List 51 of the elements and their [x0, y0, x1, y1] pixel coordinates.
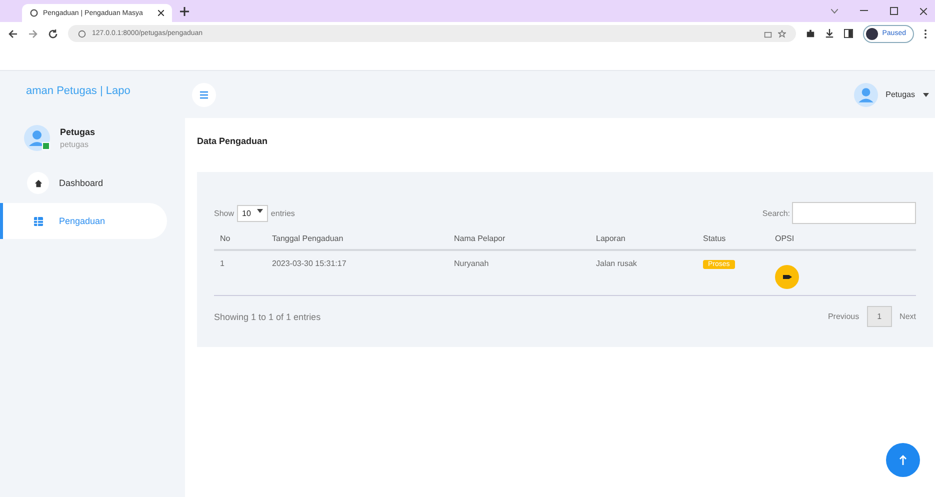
arrow-up-icon	[899, 455, 907, 465]
close-icon[interactable]	[158, 10, 164, 16]
new-tab-icon[interactable]	[180, 6, 189, 16]
column-header[interactable]: Laporan	[590, 228, 697, 250]
close-icon[interactable]	[920, 8, 927, 14]
globe-icon	[30, 9, 38, 17]
action-button[interactable]	[775, 265, 799, 289]
home-icon	[34, 178, 42, 188]
caret-icon	[256, 208, 263, 212]
menu-button[interactable]	[192, 82, 216, 106]
sidebar-item[interactable]: Dashboard	[0, 165, 167, 201]
page-button[interactable]: 1	[867, 306, 892, 327]
avatar-icon	[866, 28, 878, 40]
forward-icon[interactable]	[28, 28, 38, 38]
table-icon	[34, 216, 42, 226]
share-icon[interactable]	[764, 30, 772, 38]
user-role: petugas	[60, 140, 90, 149]
maximize-icon[interactable]	[890, 7, 898, 15]
search-label: Search:	[762, 208, 790, 218]
chevron-down-icon[interactable]	[831, 8, 838, 14]
caret-icon	[923, 92, 929, 96]
menu-icon	[200, 90, 208, 98]
column-header[interactable]: Status	[697, 228, 769, 250]
next-link[interactable]: Next	[900, 312, 916, 321]
info-icon	[78, 30, 86, 38]
entries-label: entries	[270, 208, 295, 218]
reload-icon[interactable]	[48, 28, 58, 38]
search-field[interactable]	[792, 202, 916, 224]
column-header[interactable]: OPSI	[769, 228, 916, 250]
avatar-icon	[854, 82, 878, 106]
sidebar-icon[interactable]	[844, 29, 854, 38]
card-title: Data Pengaduan	[197, 136, 269, 146]
star-icon[interactable]	[778, 30, 786, 38]
scroll-top-button[interactable]	[886, 443, 920, 477]
table-cell: Jalan rusak	[590, 250, 697, 296]
back-icon[interactable]	[8, 28, 18, 38]
download-icon[interactable]	[825, 29, 834, 38]
table-cell: Nuryanah	[448, 250, 590, 296]
column-header[interactable]: Nama Pelapor	[448, 228, 590, 250]
table-cell: 1	[214, 250, 266, 296]
minimize-icon[interactable]	[860, 10, 868, 12]
show-label: Show	[214, 208, 234, 218]
previous-link[interactable]: Previous	[828, 312, 860, 321]
table-cell: 2023-03-30 15:31:17	[266, 250, 448, 296]
table-info: Showing 1 to 1 of 1 entries	[214, 312, 321, 322]
user-name: Petugas	[60, 127, 96, 137]
more-icon[interactable]	[924, 28, 927, 38]
entries-select[interactable]: 10	[237, 204, 268, 222]
user-menu[interactable]: Petugas	[854, 82, 929, 106]
column-header[interactable]: No	[214, 228, 266, 250]
column-header[interactable]: Tanggal Pengaduan	[266, 228, 448, 250]
